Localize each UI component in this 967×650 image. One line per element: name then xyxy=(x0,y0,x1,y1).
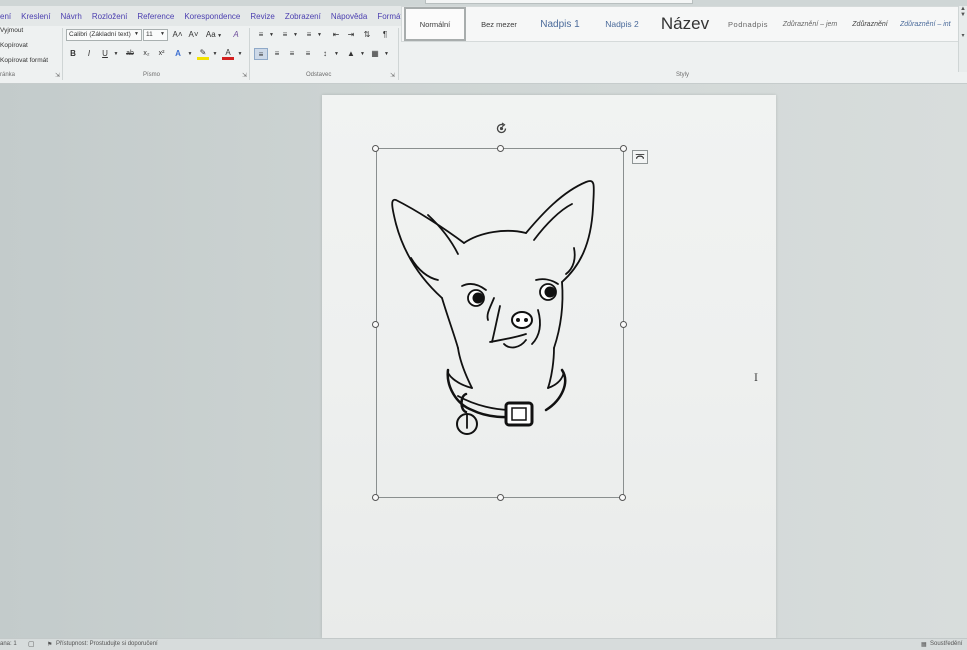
chevron-down-icon[interactable]: ▼ xyxy=(292,29,299,41)
chevron-down-icon[interactable]: ▼ xyxy=(316,29,323,41)
sort-icon[interactable]: ⇅ xyxy=(361,29,373,41)
style-heading-2[interactable]: Nadpis 2 xyxy=(592,7,652,41)
clipboard-group-label: ránka xyxy=(0,72,16,78)
clipboard-launcher-icon[interactable]: ⇲ xyxy=(55,72,60,79)
resize-handle-top-left[interactable] xyxy=(372,145,379,152)
underline-button[interactable]: U xyxy=(99,48,111,60)
focus-mode-button[interactable]: Soustředění xyxy=(930,641,962,647)
tab-help[interactable]: Nápověda xyxy=(326,12,372,21)
align-right-icon[interactable]: ≡ xyxy=(285,48,299,60)
italic-button[interactable]: I xyxy=(84,48,94,60)
style-intense-emphasis[interactable]: Zdůraznění – int xyxy=(900,7,960,41)
text-cursor-icon: I xyxy=(754,373,758,384)
group-separator xyxy=(398,28,399,80)
tab-draw[interactable]: Kreslení xyxy=(16,12,55,21)
tab-design[interactable]: Návrh xyxy=(55,12,86,21)
font-size-value: 11 xyxy=(146,31,153,38)
resize-handle-bottom-right[interactable] xyxy=(619,494,626,501)
status-bar: ana: 1 ▢ ⚑ Přístupnost: Prostudujte si d… xyxy=(0,638,967,650)
change-case-label: Aa xyxy=(205,30,216,39)
style-subtitle[interactable]: Podnadpis xyxy=(720,7,776,41)
styles-scroll[interactable]: ▲ ▼ ▾ xyxy=(958,6,967,72)
resize-handle-top[interactable] xyxy=(497,145,504,152)
chevron-down-icon: ▼ xyxy=(160,31,165,37)
picture-selection-frame[interactable] xyxy=(376,148,624,498)
style-no-spacing[interactable]: Bez mezer xyxy=(470,7,528,41)
paragraph-launcher-icon[interactable]: ⇲ xyxy=(390,72,395,79)
tab-references[interactable]: Reference xyxy=(132,12,179,21)
style-emphasis[interactable]: Zdůraznění xyxy=(844,7,896,41)
cut-button[interactable]: Vyjmout xyxy=(0,27,23,34)
shading-icon[interactable]: ▲ xyxy=(344,48,358,60)
text-effects-button[interactable]: A xyxy=(172,48,184,60)
chevron-down-icon[interactable]: ▼ xyxy=(383,48,390,60)
font-launcher-icon[interactable]: ⇲ xyxy=(242,72,247,79)
line-spacing-icon[interactable]: ↕ xyxy=(318,48,332,60)
rotate-handle-icon[interactable] xyxy=(495,122,508,135)
accessibility-status[interactable]: Přístupnost: Prostudujte si doporučení xyxy=(56,641,158,647)
tab-home[interactable]: ení xyxy=(0,12,16,21)
paragraph-group-label: Odstavec xyxy=(306,72,332,78)
group-separator xyxy=(62,28,63,80)
styles-group-label: Styly xyxy=(676,72,690,78)
layout-options-icon[interactable] xyxy=(632,150,648,164)
pilcrow-icon[interactable]: ¶ xyxy=(379,29,391,41)
font-size-select[interactable]: 11 ▼ xyxy=(143,29,168,41)
chevron-down-icon[interactable]: ▼ xyxy=(211,48,219,60)
tab-view[interactable]: Zobrazení xyxy=(280,12,326,21)
strikethrough-button[interactable]: ab xyxy=(123,48,137,60)
focus-icon[interactable]: ▦ xyxy=(921,641,927,648)
copy-button[interactable]: Kopírovat xyxy=(0,42,28,49)
format-painter-button[interactable]: Kopírovat formát xyxy=(0,57,48,64)
search-box[interactable] xyxy=(425,0,693,4)
superscript-button[interactable]: x² xyxy=(156,48,167,60)
chevron-down-icon: ▼ xyxy=(134,31,139,37)
chevron-down-icon[interactable]: ▼ xyxy=(333,48,340,60)
resize-handle-top-right[interactable] xyxy=(620,145,627,152)
accessibility-icon[interactable]: ⚑ xyxy=(47,641,52,648)
justify-icon[interactable]: ≡ xyxy=(301,48,315,60)
decrease-indent-icon[interactable]: ⇤ xyxy=(330,29,342,41)
chevron-down-icon[interactable]: ▼ xyxy=(959,12,967,18)
tab-mailings[interactable]: Korespondence xyxy=(179,12,245,21)
increase-indent-icon[interactable]: ⇥ xyxy=(345,29,357,41)
font-name-value: Calibri (Základní text) xyxy=(69,31,131,38)
font-name-select[interactable]: Calibri (Základní text) ▼ xyxy=(66,29,142,41)
clear-formatting-icon[interactable]: A xyxy=(229,29,243,41)
resize-handle-bottom-left[interactable] xyxy=(372,494,379,501)
chevron-down-icon[interactable]: ▼ xyxy=(268,29,275,41)
borders-icon[interactable]: ▦ xyxy=(368,48,382,60)
group-separator xyxy=(249,28,250,80)
tab-layout[interactable]: Rozložení xyxy=(87,12,133,21)
chevron-down-icon[interactable]: ▼ xyxy=(359,48,366,60)
bold-button[interactable]: B xyxy=(68,48,78,60)
shrink-font-button[interactable]: A˅ xyxy=(187,29,200,41)
bullets-icon[interactable]: ≡ xyxy=(255,29,267,41)
numbering-icon[interactable]: ≡ xyxy=(279,29,291,41)
book-icon[interactable]: ▢ xyxy=(28,640,35,648)
subscript-button[interactable]: x₂ xyxy=(141,48,152,60)
tab-review[interactable]: Revize xyxy=(245,12,279,21)
style-normal[interactable]: Normální xyxy=(404,7,466,41)
font-color-button[interactable]: A xyxy=(222,47,234,60)
resize-handle-bottom[interactable] xyxy=(497,494,504,501)
change-case-button[interactable]: Aa ▼ xyxy=(204,29,224,41)
style-subtle-emphasis[interactable]: Zdůraznění – jem xyxy=(778,7,842,41)
chevron-down-icon[interactable]: ▼ xyxy=(186,48,194,60)
multilevel-list-icon[interactable]: ≡ xyxy=(303,29,315,41)
align-center-icon[interactable]: ≡ xyxy=(270,48,284,60)
resize-handle-left[interactable] xyxy=(372,321,379,328)
page-indicator[interactable]: ana: 1 xyxy=(0,641,17,647)
more-styles-icon[interactable]: ▾ xyxy=(959,32,967,39)
font-group-label: Písmo xyxy=(143,72,161,78)
style-heading-1[interactable]: Nadpis 1 xyxy=(530,7,590,41)
align-left-icon[interactable]: ≡ xyxy=(254,48,268,60)
chevron-down-icon[interactable]: ▼ xyxy=(236,48,244,60)
style-title[interactable]: Název xyxy=(654,7,716,41)
resize-handle-right[interactable] xyxy=(620,321,627,328)
grow-font-button[interactable]: A˄ xyxy=(171,29,184,41)
highlight-icon[interactable]: ✎ xyxy=(197,47,209,60)
styles-gallery: Normální Bez mezer Nadpis 1 Nadpis 2 Náz… xyxy=(401,6,967,42)
chevron-down-icon[interactable]: ▼ xyxy=(112,48,120,60)
